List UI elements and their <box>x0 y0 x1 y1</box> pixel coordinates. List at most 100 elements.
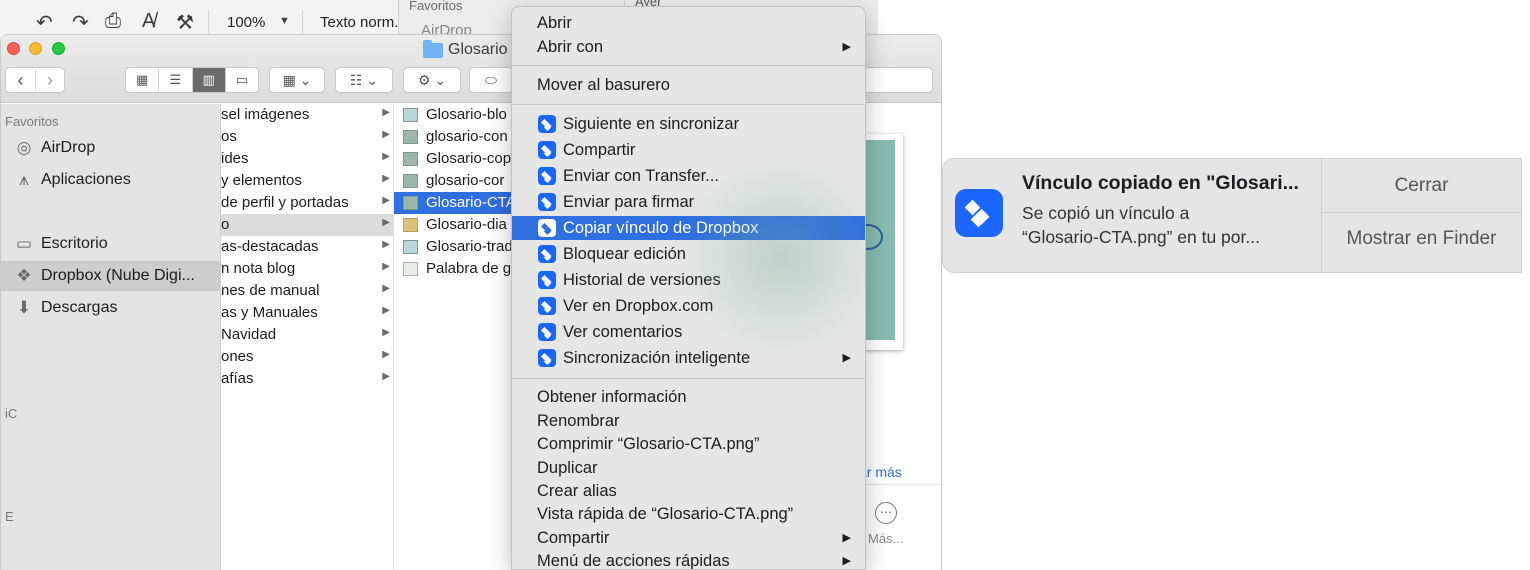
column-view-icon[interactable]: ▥ <box>191 68 225 92</box>
menu-item-label: Enviar con Transfer... <box>563 167 719 185</box>
disclosure-arrow-icon: ▶ <box>382 151 390 162</box>
submenu-arrow-icon: ▶ <box>842 352 851 364</box>
list-item[interactable]: y elementos ▶ <box>221 170 393 192</box>
notification-edge <box>1521 158 1530 273</box>
more-actions-label[interactable]: Más... <box>868 531 903 546</box>
gallery-view-icon[interactable]: ▭ <box>224 68 258 92</box>
sidebar-item-label: Descargas <box>41 299 118 316</box>
menu-item-label: Duplicar <box>537 459 598 477</box>
disclosure-arrow-icon: ▶ <box>382 261 390 272</box>
show-in-finder-button[interactable]: Mostrar en Finder <box>1322 213 1521 265</box>
menu-item-dropbox-version-history[interactable]: Historial de versiones <box>512 268 865 292</box>
sidebar-item-downloads[interactable]: ⬇ Descargas <box>1 293 221 323</box>
menu-item-dropbox-sign[interactable]: Enviar para firmar <box>512 190 865 214</box>
sidebar-item-applications[interactable]: ⩚ Aplicaciones <box>1 165 221 195</box>
notification-title: Vínculo copiado en "Glosari... <box>1022 172 1299 194</box>
list-item[interactable]: o ▶ <box>221 214 393 236</box>
paint-format-icon[interactable]: ⚒ <box>176 10 194 35</box>
disclosure-arrow-icon: ▶ <box>382 305 390 316</box>
list-item[interactable]: afías ▶ <box>221 368 393 390</box>
menu-item-label: Copiar vínculo de Dropbox <box>563 219 759 237</box>
list-item[interactable]: nes de manual ▶ <box>221 280 393 302</box>
menu-item-dropbox-share[interactable]: Compartir <box>512 138 865 162</box>
list-view-icon[interactable]: ☰ <box>158 68 191 92</box>
zoom-select[interactable]: 100% <box>227 14 265 31</box>
minimize-window-button[interactable] <box>29 42 42 55</box>
list-item[interactable]: de perfil y portadas ▶ <box>221 192 393 214</box>
dropbox-icon: ❖ <box>16 266 32 285</box>
print-icon[interactable]: ⎙ <box>105 10 121 33</box>
disclosure-arrow-icon: ▶ <box>382 371 390 382</box>
submenu-arrow-icon: ▶ <box>842 532 851 544</box>
dropbox-icon <box>538 245 556 263</box>
redo-icon[interactable]: ↷ <box>72 10 89 35</box>
menu-item-get-info[interactable]: Obtener información <box>512 385 865 409</box>
menu-item-label: Enviar para firmar <box>563 193 695 211</box>
menu-item-quick-actions[interactable]: Menú de acciones rápidas ▶ <box>512 549 865 569</box>
window-title: Glosario <box>448 41 508 58</box>
image-thumbnail-icon <box>403 130 418 144</box>
menu-item-quick-look[interactable]: Vista rápida de “Glosario-CTA.png” <box>512 502 865 526</box>
sort-button[interactable]: ☷ ⌄ <box>335 67 393 93</box>
undo-icon[interactable]: ↶ <box>36 10 53 35</box>
tag-icon: ⬭ <box>485 71 497 88</box>
list-item[interactable]: os ▶ <box>221 126 393 148</box>
menu-item-dropbox-smart-sync[interactable]: Sincronización inteligente ▶ <box>512 346 865 370</box>
menu-item-make-alias[interactable]: Crear alias <box>512 479 865 503</box>
menu-item-dropbox-next-sync[interactable]: Siguiente en sincronizar <box>512 112 865 136</box>
close-window-button[interactable] <box>7 42 20 55</box>
menu-item-label: Ver comentarios <box>563 323 683 341</box>
menu-item-dropbox-lock-editing[interactable]: Bloquear edición <box>512 242 865 266</box>
menu-item-open[interactable]: Abrir <box>512 11 865 35</box>
folder-column: sel imágenes ▶ os ▶ ides ▶ y elementos ▶ de … <box>221 104 394 570</box>
sidebar-item-desktop[interactable]: ▭ Escritorio <box>1 229 221 259</box>
dropbox-icon <box>538 349 556 367</box>
disclosure-arrow-icon: ▶ <box>382 173 390 184</box>
more-actions-icon[interactable]: ⋯ <box>875 502 897 524</box>
menu-item-move-to-trash[interactable]: Mover al basurero <box>512 73 865 97</box>
sidebar-item-airdrop[interactable]: ◎ AirDrop <box>1 133 221 163</box>
folder-name: sel imágenes <box>221 106 310 123</box>
dropbox-icon <box>538 323 556 341</box>
image-thumbnail-icon <box>403 218 418 232</box>
menu-item-compress[interactable]: Comprimir “Glosario-CTA.png” <box>512 432 865 456</box>
menu-item-open-with[interactable]: Abrir con ▶ <box>512 35 865 59</box>
paragraph-style-select[interactable]: Texto norm... <box>320 14 407 31</box>
icon-view-icon[interactable]: ▦ <box>126 68 158 92</box>
list-item[interactable]: ones ▶ <box>221 346 393 368</box>
menu-separator <box>512 378 865 379</box>
close-button[interactable]: Cerrar <box>1322 160 1521 212</box>
menu-item-label: Historial de versiones <box>563 271 721 289</box>
menu-item-label: Compartir <box>537 529 610 547</box>
list-item[interactable]: n nota blog ▶ <box>221 258 393 280</box>
group-button[interactable]: ▦ ⌄ <box>269 67 325 93</box>
image-thumbnail-icon <box>403 240 418 254</box>
zoom-window-button[interactable] <box>52 42 65 55</box>
back-chevron-icon[interactable]: ‹ <box>6 70 35 91</box>
sidebar-item-dropbox[interactable]: ❖ Dropbox (Nube Digi... <box>1 261 221 291</box>
list-item[interactable]: ides ▶ <box>221 148 393 170</box>
menu-item-label: Renombrar <box>537 412 620 430</box>
toolbar-divider <box>208 10 209 34</box>
menu-item-duplicate[interactable]: Duplicar <box>512 456 865 480</box>
folder-name: as y Manuales <box>221 304 318 321</box>
spellcheck-icon[interactable]: A̸ <box>142 10 155 33</box>
forward-chevron-icon[interactable]: › <box>34 69 64 91</box>
tag-button[interactable]: ⬭ <box>469 67 513 93</box>
menu-item-copy-dropbox-link[interactable]: Copiar vínculo de Dropbox <box>512 216 865 240</box>
list-item[interactable]: as-destacadas ▶ <box>221 236 393 258</box>
menu-item-dropbox-comments[interactable]: Ver comentarios <box>512 320 865 344</box>
zoom-caret-icon[interactable]: ▼ <box>279 15 290 27</box>
list-item[interactable]: sel imágenes ▶ <box>221 104 393 126</box>
file-name: Glosario-CTA <box>426 194 516 211</box>
desktop-icon: ▭ <box>15 234 33 253</box>
menu-item-dropbox-view-web[interactable]: Ver en Dropbox.com <box>512 294 865 318</box>
folder-name: as-destacadas <box>221 238 319 255</box>
list-item[interactable]: as y Manuales ▶ <box>221 302 393 324</box>
menu-item-rename[interactable]: Renombrar <box>512 409 865 433</box>
list-item[interactable]: Navidad ▶ <box>221 324 393 346</box>
menu-item-dropbox-transfer[interactable]: Enviar con Transfer... <box>512 164 865 188</box>
action-button[interactable]: ⚙ ⌄ <box>403 67 461 93</box>
menu-item-share[interactable]: Compartir ▶ <box>512 526 865 550</box>
search-input[interactable] <box>861 67 933 93</box>
